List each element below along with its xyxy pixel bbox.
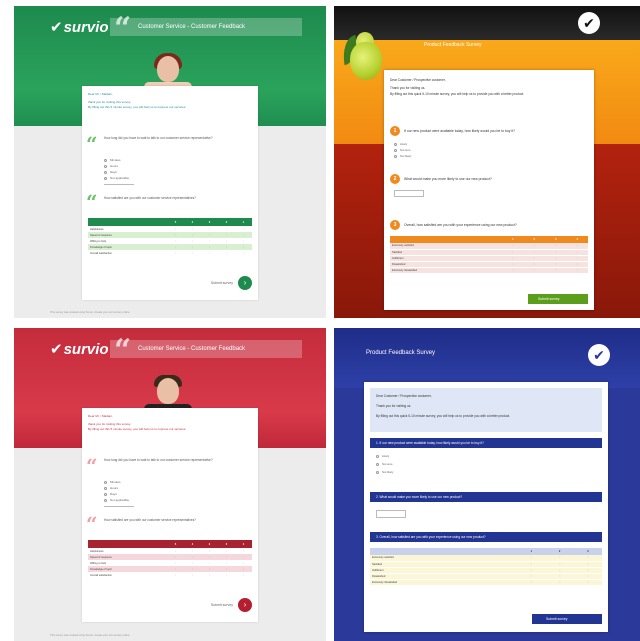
radio-icon: [376, 470, 379, 474]
radio-icon: [104, 492, 107, 496]
question-3: 3. Overall, how satisfied are you with y…: [370, 532, 602, 542]
rating-table: 54321 Helpfulness ○ ○ ○ ○ ○ Speed of response…: [88, 218, 252, 256]
question-2: 2 What would make you more likely to use …: [390, 174, 492, 184]
radio-icon: [376, 462, 379, 466]
greeting: Dear Mr. / Madam,: [88, 92, 113, 96]
intro-box: Dear Customer / Prospective customer, Th…: [370, 388, 602, 432]
header-title: Customer Service - Customer Feedback: [110, 18, 302, 36]
survey-title: Product Feedback Survey: [424, 42, 482, 48]
question-quote-icon: “: [86, 512, 98, 536]
submit-button[interactable]: Submit survey ›: [211, 276, 252, 290]
question-1: 1 If our new product were available today…: [390, 126, 515, 136]
greeting: Dear Mr. / Madam,: [88, 414, 113, 418]
thanks-text: Thank you for visiting us.: [376, 404, 412, 408]
intro-text: By filling out this 5 minute survey, you…: [88, 105, 187, 109]
option-radio[interactable]: Hours: [104, 486, 118, 490]
submit-button[interactable]: Submit survey: [532, 614, 602, 624]
question-2: How satisfied are you with our customer …: [104, 196, 196, 200]
submit-button[interactable]: Submit survey: [528, 294, 588, 304]
radio-icon: [104, 486, 107, 490]
arrow-right-icon: ›: [238, 276, 252, 290]
question-1: How long did you have to wait to talk to…: [104, 136, 213, 140]
table-row: Overall satisfaction ○ ○ ○ ○ ○: [90, 251, 245, 255]
option-radio[interactable]: Not sure: [376, 462, 393, 466]
question-3: 3 Overall, how satisfied are you with you…: [390, 220, 517, 230]
survio-logo: ✔survio: [50, 19, 109, 36]
option-radio[interactable]: Likely: [376, 454, 389, 458]
survey-title: Product Feedback Survey: [366, 350, 436, 356]
answer-input[interactable]: [376, 510, 406, 518]
table-row: Extremely dissatisfied ○ ○ ○: [370, 579, 602, 586]
radio-icon: [376, 454, 379, 458]
red-survey-preview[interactable]: ✔survio Customer Service - Customer Feed…: [14, 328, 326, 641]
radio-icon: [394, 154, 397, 158]
footer-text: This survey was created using Survio. Cr…: [50, 634, 131, 637]
footer-text: This survey was created using Survio. Cr…: [50, 311, 131, 314]
arrow-right-icon: ›: [238, 598, 252, 612]
table-row: Extremely dissatisfied ○ ○ ○ ○: [390, 267, 588, 274]
radio-icon: [104, 170, 107, 174]
option-radio[interactable]: Hours: [104, 164, 118, 168]
option-radio[interactable]: Minutes: [104, 480, 121, 484]
question-quote-icon: “: [86, 190, 98, 214]
answer-input[interactable]: [394, 190, 424, 197]
text-line: [104, 184, 134, 185]
option-radio[interactable]: Days: [104, 170, 117, 174]
option-radio[interactable]: Days: [104, 492, 117, 496]
greeting: Dear Customer / Prospective customer,: [376, 394, 432, 398]
intro-text: By filling out this quick 5-10 minute su…: [390, 92, 525, 96]
option-radio[interactable]: Not applicable: [104, 498, 129, 502]
check-badge-icon: ✔: [588, 344, 610, 366]
quote-icon: “: [114, 333, 132, 368]
option-radio[interactable]: Not likely: [394, 154, 411, 158]
check-icon: ✔: [50, 341, 63, 358]
text-line: [104, 506, 134, 507]
check-icon: ✔: [50, 19, 63, 36]
rating-table: 54321 Helpfulness ○ ○ ○ ○ ○ Speed of response…: [88, 540, 252, 578]
intro-text: By filling out this 5 minute survey, you…: [88, 427, 187, 431]
question-2: 2. What would make you more likely to us…: [370, 492, 602, 502]
radio-icon: [394, 148, 397, 152]
intro-text: By filling out this quick 5-10 minute su…: [376, 414, 511, 418]
quote-icon: “: [114, 11, 132, 46]
header-title: Customer Service - Customer Feedback: [110, 340, 302, 358]
pear-image: [339, 28, 384, 80]
submit-button[interactable]: Submit survey ›: [211, 598, 252, 612]
greeting: Dear Customer / Prospective customer,: [390, 78, 446, 82]
table-row: Overall satisfaction ○ ○ ○ ○ ○: [90, 573, 245, 577]
thanks-text: Thank you for visiting us.: [390, 86, 426, 90]
option-radio[interactable]: Not likely: [376, 470, 393, 474]
question-quote-icon: “: [86, 454, 98, 478]
question-1: How long did you have to wait to talk to…: [104, 458, 213, 462]
radio-icon: [104, 176, 107, 180]
radio-icon: [394, 142, 397, 146]
rating-table: 123 Extremely satisfied ○ ○ ○ Satisfied ○ ○ ○ …: [370, 548, 602, 586]
option-radio[interactable]: Likely: [394, 142, 407, 146]
blue-survey-preview[interactable]: Product Feedback Survey ✔ Dear Customer …: [334, 328, 640, 641]
check-badge-icon: ✔: [578, 12, 600, 34]
question-2: How satisfied are you with our customer …: [104, 518, 196, 522]
radio-icon: [104, 158, 107, 162]
option-radio[interactable]: Not sure: [394, 148, 411, 152]
radio-icon: [104, 498, 107, 502]
option-radio[interactable]: Minutes: [104, 158, 121, 162]
radio-icon: [104, 164, 107, 168]
radio-icon: [104, 480, 107, 484]
survey-card: Dear Mr. / Madam, thank you for visiting…: [82, 86, 258, 300]
survey-card: Dear Customer / Prospective customer, Th…: [364, 382, 608, 632]
question-1: 1. If our new product were available tod…: [370, 438, 602, 448]
rating-table: 1234 Extremely satisfied ○ ○ ○ ○ Satisfied ○ ○…: [390, 236, 588, 274]
orange-survey-preview[interactable]: ✔ Product Feedback Survey Dear Customer …: [334, 6, 640, 318]
survey-card: Dear Mr. / Madam, thank you for visiting…: [82, 408, 258, 622]
survio-logo: ✔survio: [50, 341, 109, 358]
green-survey-preview[interactable]: ✔survio Customer Service - Customer Feed…: [14, 6, 326, 318]
thanks-text: thank you for visiting this survey.: [88, 100, 132, 104]
question-quote-icon: “: [86, 132, 98, 156]
survey-card: Dear Customer / Prospective customer, Th…: [384, 70, 594, 310]
thanks-text: thank you for visiting this survey.: [88, 422, 132, 426]
option-radio[interactable]: Not applicable: [104, 176, 129, 180]
